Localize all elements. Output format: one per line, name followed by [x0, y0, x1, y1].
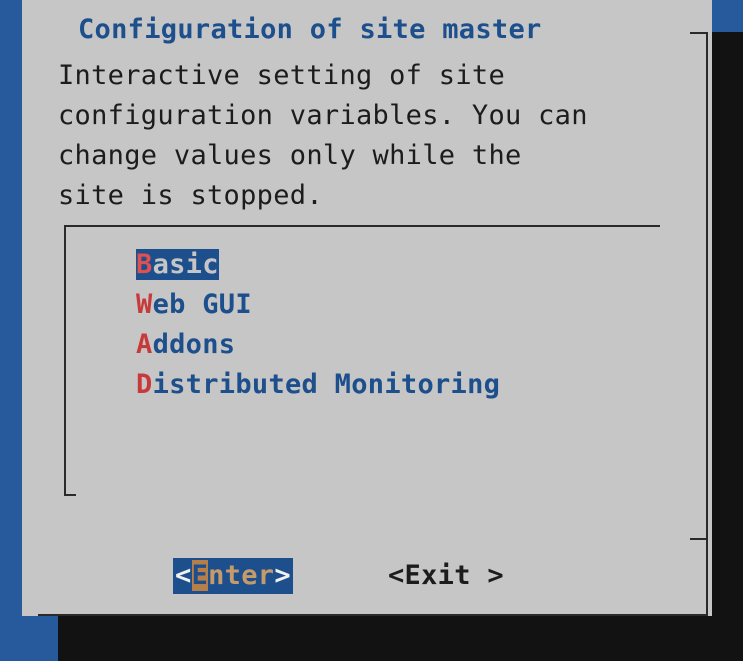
menu-item-label: asic — [152, 249, 219, 280]
menu-item-hotkey: D — [136, 369, 153, 400]
enter-button-open-bracket: < — [175, 560, 192, 591]
menu-item-distributed-monitoring[interactable]: Distributed Monitoring — [136, 365, 500, 405]
enter-button-hotkey: E — [191, 560, 209, 591]
menu-item-web-gui[interactable]: Web GUI — [136, 285, 500, 325]
dialog-shadow-right — [712, 32, 743, 661]
menu-item-hotkey: W — [136, 289, 153, 320]
dialog-description: Interactive setting of site configuratio… — [58, 60, 588, 211]
menu-item-hotkey: B — [136, 249, 153, 280]
menu-item-label: eb GUI — [152, 289, 252, 320]
dialog-border-right — [706, 32, 708, 616]
enter-button-label: nter — [208, 560, 275, 591]
menu-item-hotkey: A — [136, 329, 153, 360]
dialog-border-bottom — [38, 614, 708, 616]
enter-button-close-bracket: > — [274, 560, 291, 591]
menu-item-label: ddons — [152, 329, 236, 360]
menu-item-addons[interactable]: Addons — [136, 325, 500, 365]
menu-item-basic[interactable]: Basic — [136, 245, 500, 285]
menu-box-border-top — [64, 225, 660, 227]
dialog-shadow-bottom — [58, 616, 743, 661]
dialog-button-separator — [690, 538, 708, 540]
menu-item-label: istributed Monitoring — [152, 369, 501, 400]
menu-box-border-bottom-tick — [64, 494, 76, 496]
menu-list: Basic Web GUI Addons Distributed Monitor… — [136, 245, 500, 405]
exit-button[interactable]: <Exit > — [388, 558, 504, 594]
dialog-title: Configuration of site master — [78, 14, 542, 45]
enter-button[interactable]: <Enter> — [173, 558, 293, 594]
menu-box-border-left — [64, 225, 66, 495]
